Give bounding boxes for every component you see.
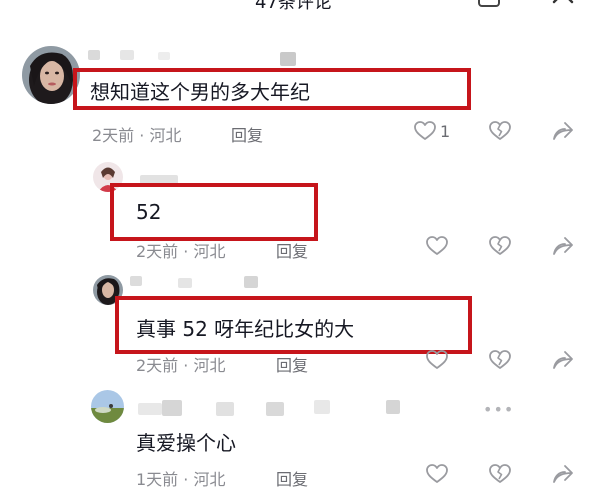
username-blurred [88,50,100,60]
heart-outline-icon[interactable] [425,234,449,258]
comments-count-title: 47条评论 [255,0,332,13]
share-arrow-icon[interactable] [551,462,575,486]
heart-outline-icon[interactable] [413,119,437,143]
comment-text: 真爱操个心 [136,431,236,455]
username-blurred [386,400,400,414]
comment-meta: 2天前 · 河北 [92,122,181,146]
meta-separator: · [183,242,189,261]
comment-meta: 2天前 · 河北 [136,238,225,262]
comment-time: 1天前 [136,470,179,489]
meta-separator: · [139,126,145,145]
broken-heart-icon[interactable] [488,462,512,486]
more-options-icon[interactable]: ••• [483,400,514,419]
share-arrow-icon[interactable] [551,348,575,372]
heart-outline-icon[interactable] [425,462,449,486]
broken-heart-icon[interactable] [488,348,512,372]
comment-time: 2天前 [136,242,179,261]
expand-icon[interactable] [475,0,505,10]
username-blurred [120,50,134,60]
avatar[interactable] [22,46,80,104]
comment-text: 想知道这个男的多大年纪 [90,80,310,104]
comment-meta: 1天前 · 河北 [136,466,225,490]
comment-location: 河北 [149,126,182,145]
reply-button[interactable]: 回复 [276,238,308,262]
username-blurred [162,400,182,416]
reply-button[interactable]: 回复 [231,122,263,146]
username-blurred [280,52,296,66]
comment-time: 2天前 [92,126,135,145]
comment-location: 河北 [193,242,226,261]
comment-location: 河北 [193,470,226,489]
meta-separator: · [183,470,189,489]
username-blurred [314,400,330,414]
avatar[interactable] [91,390,124,423]
comment-location: 河北 [193,356,226,375]
broken-heart-icon[interactable] [488,234,512,258]
like-count: 1 [440,122,451,141]
username-blurred [266,402,284,416]
username-blurred [130,276,142,286]
username-blurred [178,278,192,288]
reply-button[interactable]: 回复 [276,466,308,490]
share-arrow-icon[interactable] [551,234,575,258]
username-blurred [244,276,258,288]
close-icon[interactable] [548,0,578,10]
broken-heart-icon[interactable] [488,119,512,143]
username-blurred [158,52,170,60]
comment-text: 真事 52 呀年纪比女的大 [136,317,355,341]
reply-button[interactable]: 回复 [276,352,308,376]
heart-outline-icon[interactable] [425,348,449,372]
comment-meta: 2天前 · 河北 [136,352,225,376]
comment-time: 2天前 [136,356,179,375]
meta-separator: · [183,356,189,375]
share-arrow-icon[interactable] [551,119,575,143]
username-blurred [216,402,234,416]
comment-text: 52 [136,200,162,224]
username-blurred [138,403,162,415]
